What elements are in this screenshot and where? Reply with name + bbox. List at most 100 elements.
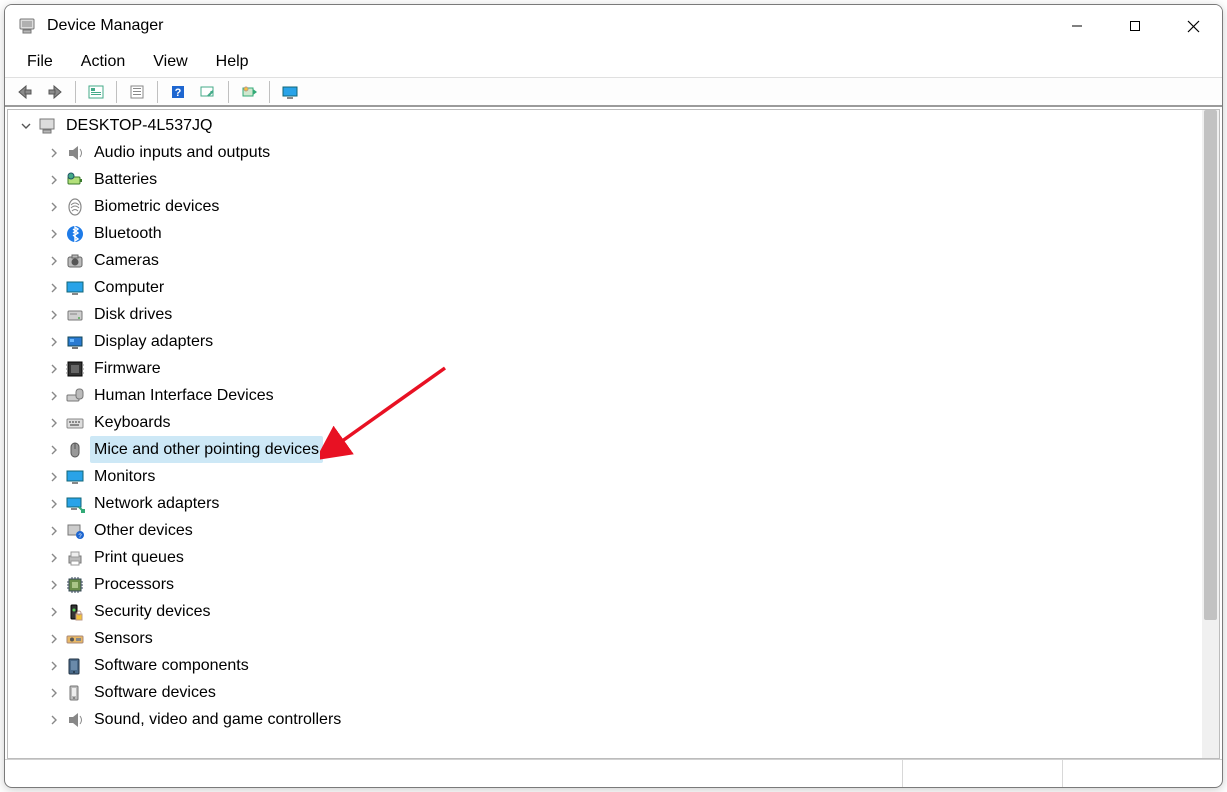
tree-item-label: Print queues bbox=[90, 544, 188, 571]
expander-icon[interactable] bbox=[46, 607, 62, 617]
menu-action[interactable]: Action bbox=[67, 51, 139, 73]
toolbar-separator bbox=[116, 81, 117, 103]
toolbar-separator bbox=[75, 81, 76, 103]
hid-icon bbox=[64, 385, 86, 407]
tree-item[interactable]: Sensors bbox=[12, 625, 1201, 652]
tree-item[interactable]: Human Interface Devices bbox=[12, 382, 1201, 409]
expander-icon[interactable] bbox=[46, 310, 62, 320]
expander-icon[interactable] bbox=[46, 337, 62, 347]
expander-icon[interactable] bbox=[46, 445, 62, 455]
sensor-icon bbox=[64, 628, 86, 650]
tree-item-label: Processors bbox=[90, 571, 178, 598]
tree-item-label: Audio inputs and outputs bbox=[90, 139, 274, 166]
tree-item-label: Monitors bbox=[90, 463, 159, 490]
tree-item-label: Security devices bbox=[90, 598, 215, 625]
tree-item[interactable]: Software devices bbox=[12, 679, 1201, 706]
menu-file[interactable]: File bbox=[13, 51, 67, 73]
expander-icon[interactable] bbox=[46, 364, 62, 374]
tree-item[interactable]: Cameras bbox=[12, 247, 1201, 274]
minimize-button[interactable] bbox=[1048, 5, 1106, 47]
swdev-icon bbox=[64, 682, 86, 704]
menu-view[interactable]: View bbox=[139, 51, 201, 73]
tree-item[interactable]: Processors bbox=[12, 571, 1201, 598]
tree-item[interactable]: ? Other devices bbox=[12, 517, 1201, 544]
tree-item[interactable]: Biometric devices bbox=[12, 193, 1201, 220]
tree-item-label: Keyboards bbox=[90, 409, 175, 436]
expander-icon[interactable] bbox=[46, 553, 62, 563]
toolbar-separator bbox=[228, 81, 229, 103]
expander-icon[interactable] bbox=[46, 472, 62, 482]
tree-item[interactable]: Monitors bbox=[12, 463, 1201, 490]
scrollbar-thumb[interactable] bbox=[1204, 110, 1217, 620]
tree-item[interactable]: Bluetooth bbox=[12, 220, 1201, 247]
close-button[interactable] bbox=[1164, 5, 1222, 47]
tree-item[interactable]: Firmware bbox=[12, 355, 1201, 382]
titlebar[interactable]: Device Manager bbox=[5, 5, 1222, 47]
expander-icon[interactable] bbox=[46, 229, 62, 239]
tree-item[interactable]: Audio inputs and outputs bbox=[12, 139, 1201, 166]
tree-item-label: Mice and other pointing devices bbox=[90, 436, 323, 463]
firmware-icon bbox=[64, 358, 86, 380]
disk-icon bbox=[64, 304, 86, 326]
expander-icon[interactable] bbox=[46, 526, 62, 536]
expander-icon[interactable] bbox=[46, 175, 62, 185]
mouse-icon bbox=[64, 439, 86, 461]
display-icon bbox=[64, 331, 86, 353]
expander-icon[interactable] bbox=[46, 634, 62, 644]
tree-root[interactable]: DESKTOP-4L537JQ bbox=[12, 112, 1201, 139]
expander-icon[interactable] bbox=[46, 688, 62, 698]
tree-item[interactable]: Display adapters bbox=[12, 328, 1201, 355]
tree-item[interactable]: Mice and other pointing devices bbox=[12, 436, 1201, 463]
swcomp-icon bbox=[64, 655, 86, 677]
statusbar bbox=[5, 759, 1222, 787]
show-hidden-button[interactable] bbox=[82, 80, 110, 104]
tree-item[interactable]: Security devices bbox=[12, 598, 1201, 625]
tree-item-label: Computer bbox=[90, 274, 168, 301]
computer-icon bbox=[36, 115, 58, 137]
expander-icon[interactable] bbox=[46, 715, 62, 725]
tree-item[interactable]: Batteries bbox=[12, 166, 1201, 193]
network-icon bbox=[64, 493, 86, 515]
update-driver-button[interactable] bbox=[235, 80, 263, 104]
toolbar: ? bbox=[5, 77, 1222, 107]
menu-help[interactable]: Help bbox=[202, 51, 263, 73]
device-tree[interactable]: DESKTOP-4L537JQ Audio inputs and outputs… bbox=[12, 112, 1201, 758]
audio-icon bbox=[64, 142, 86, 164]
properties-button[interactable] bbox=[123, 80, 151, 104]
tree-item-label: Human Interface Devices bbox=[90, 382, 278, 409]
expander-icon[interactable] bbox=[46, 580, 62, 590]
tree-item[interactable]: Sound, video and game controllers bbox=[12, 706, 1201, 733]
expander-icon[interactable] bbox=[18, 121, 34, 131]
expander-icon[interactable] bbox=[46, 148, 62, 158]
tree-item-label: Software components bbox=[90, 652, 253, 679]
biometric-icon bbox=[64, 196, 86, 218]
bluetooth-icon bbox=[64, 223, 86, 245]
tree-item-label: Sensors bbox=[90, 625, 157, 652]
tree-item-label: Biometric devices bbox=[90, 193, 223, 220]
expander-icon[interactable] bbox=[46, 418, 62, 428]
keyboard-icon bbox=[64, 412, 86, 434]
expander-icon[interactable] bbox=[46, 256, 62, 266]
scan-hardware-button[interactable] bbox=[194, 80, 222, 104]
maximize-button[interactable] bbox=[1106, 5, 1164, 47]
forward-button[interactable] bbox=[41, 80, 69, 104]
menubar: File Action View Help bbox=[5, 47, 1222, 77]
tree-item-label: Sound, video and game controllers bbox=[90, 706, 345, 733]
vertical-scrollbar[interactable] bbox=[1202, 110, 1219, 758]
expander-icon[interactable] bbox=[46, 391, 62, 401]
tree-item[interactable]: Software components bbox=[12, 652, 1201, 679]
expander-icon[interactable] bbox=[46, 661, 62, 671]
help-button[interactable]: ? bbox=[164, 80, 192, 104]
expander-icon[interactable] bbox=[46, 499, 62, 509]
expander-icon[interactable] bbox=[46, 202, 62, 212]
expander-icon[interactable] bbox=[46, 283, 62, 293]
back-button[interactable] bbox=[11, 80, 39, 104]
camera-icon bbox=[64, 250, 86, 272]
tree-item[interactable]: Disk drives bbox=[12, 301, 1201, 328]
tree-item[interactable]: Computer bbox=[12, 274, 1201, 301]
monitor-button[interactable] bbox=[276, 80, 304, 104]
tree-item[interactable]: Print queues bbox=[12, 544, 1201, 571]
tree-item[interactable]: Keyboards bbox=[12, 409, 1201, 436]
tree-item-label: Network adapters bbox=[90, 490, 223, 517]
tree-item[interactable]: Network adapters bbox=[12, 490, 1201, 517]
